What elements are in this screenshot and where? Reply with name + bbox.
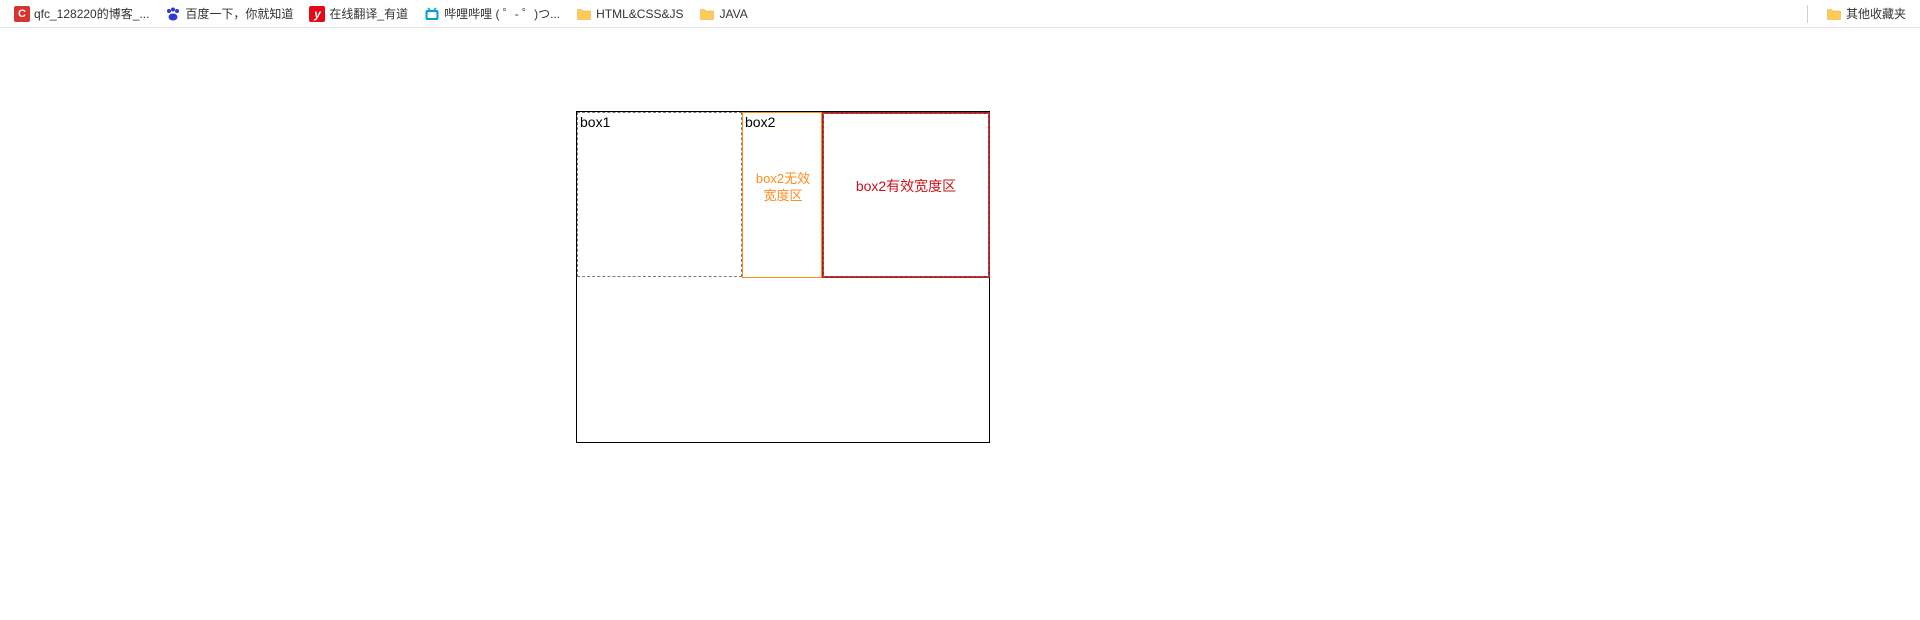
bookmark-baidu[interactable]: 百度一下，你就知道 xyxy=(159,2,299,25)
bilibili-icon xyxy=(424,6,440,22)
bookmark-label: JAVA xyxy=(719,7,747,21)
page-content: box1 box2 box2无效 宽度区 box2有效宽度区 xyxy=(0,28,1920,620)
bookmark-folder-java[interactable]: JAVA xyxy=(693,3,753,25)
text-line: 宽度区 xyxy=(763,188,802,203)
bookmarks-bar: C qfc_128220的博客_... 百度一下，你就知道 y 在线翻译_有道 … xyxy=(0,0,1920,28)
divider xyxy=(1807,5,1808,23)
bookmarks-left: C qfc_128220的博客_... 百度一下，你就知道 y 在线翻译_有道 … xyxy=(8,2,754,25)
box2-valid-width-area: box2有效宽度区 xyxy=(822,112,990,278)
folder-icon xyxy=(699,6,715,22)
csdn-icon: C xyxy=(14,6,30,22)
box2: box2 box2无效 宽度区 box2有效宽度区 xyxy=(742,112,990,278)
box2-invalid-text: box2无效 宽度区 xyxy=(743,170,823,204)
baidu-icon xyxy=(165,6,181,22)
text-line: box2无效 xyxy=(756,171,810,186)
bookmark-other-folder[interactable]: 其他收藏夹 xyxy=(1820,2,1912,25)
bookmark-bilibili[interactable]: 哔哩哔哩 ( ゜- ゜)つ... xyxy=(418,2,566,25)
bookmark-csdn[interactable]: C qfc_128220的博客_... xyxy=(8,2,155,25)
bookmark-label: 其他收藏夹 xyxy=(1846,5,1906,22)
bookmarks-right: 其他收藏夹 xyxy=(1801,2,1912,25)
box1: box1 xyxy=(577,112,742,277)
folder-icon xyxy=(1826,6,1842,22)
youdao-icon: y xyxy=(309,6,325,22)
outer-box: box1 box2 box2无效 宽度区 box2有效宽度区 xyxy=(576,111,990,443)
box2-valid-text: box2有效宽度区 xyxy=(822,176,990,196)
bookmark-label: 哔哩哔哩 ( ゜- ゜)つ... xyxy=(444,5,560,22)
folder-icon xyxy=(576,6,592,22)
bookmark-label: 百度一下，你就知道 xyxy=(185,5,293,22)
bookmark-label: qfc_128220的博客_... xyxy=(34,5,149,22)
box2-label: box2 xyxy=(743,113,821,131)
bookmark-youdao[interactable]: y 在线翻译_有道 xyxy=(303,2,414,25)
bookmark-label: HTML&CSS&JS xyxy=(596,7,683,21)
bookmark-folder-htmlcssjs[interactable]: HTML&CSS&JS xyxy=(570,3,689,25)
box1-label: box1 xyxy=(578,113,741,131)
bookmark-label: 在线翻译_有道 xyxy=(329,5,408,22)
box2-invalid-width-area: box2 box2无效 宽度区 xyxy=(742,112,822,278)
